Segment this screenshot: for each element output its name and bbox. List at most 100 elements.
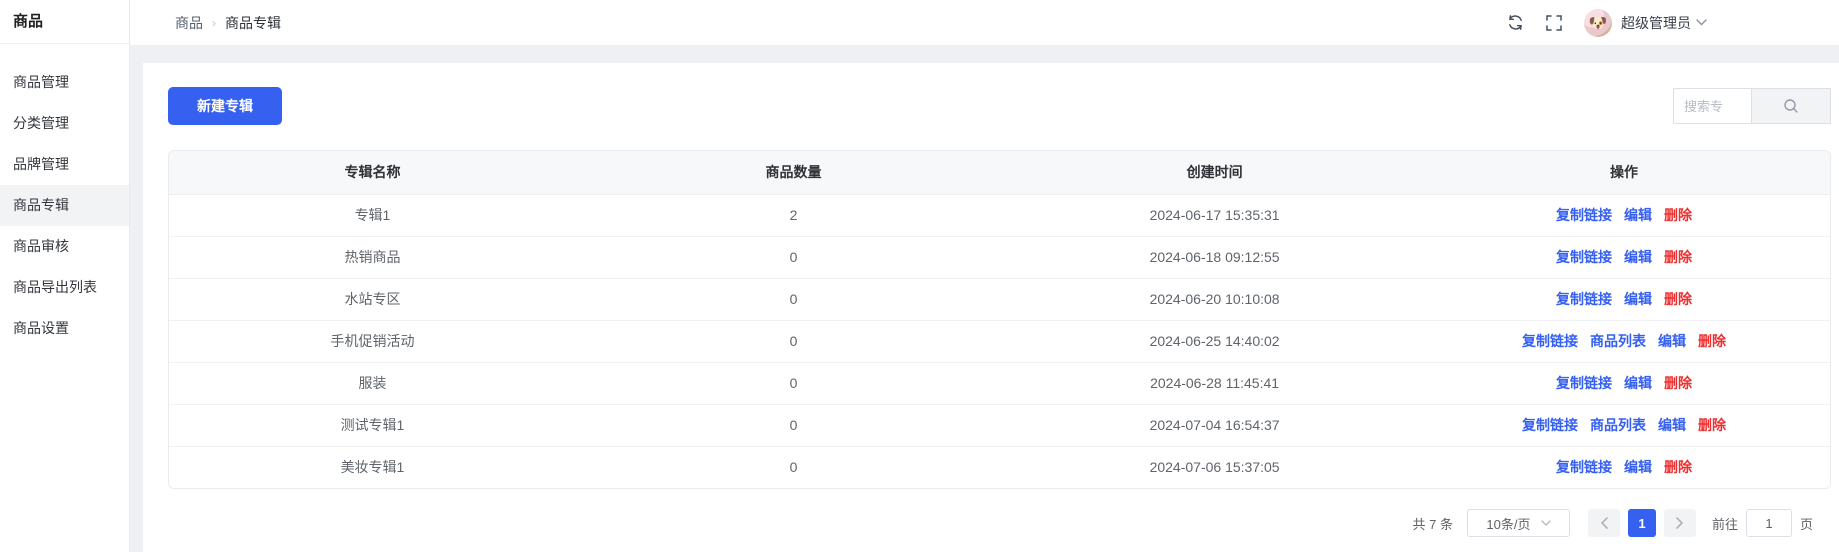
prev-page-button[interactable] <box>1588 509 1620 537</box>
toolbar: 新建专辑 <box>168 87 1831 125</box>
chevron-left-icon <box>1600 517 1608 529</box>
breadcrumb-current: 商品专辑 <box>225 13 281 33</box>
product-count-cell: 0 <box>576 362 1011 404</box>
product-count-cell: 0 <box>576 278 1011 320</box>
sidebar-item-1[interactable]: 分类管理 <box>0 103 129 144</box>
product-list-action[interactable]: 商品列表 <box>1590 417 1646 433</box>
album-name-cell: 专辑1 <box>169 194 576 236</box>
sidebar-item-2[interactable]: 品牌管理 <box>0 144 129 185</box>
product-count-cell: 0 <box>576 446 1011 488</box>
copy-link-action[interactable]: 复制链接 <box>1522 333 1578 349</box>
actions-cell: 复制链接编辑删除 <box>1418 278 1830 320</box>
fullscreen-icon[interactable] <box>1546 15 1562 31</box>
delete-action[interactable]: 删除 <box>1664 375 1692 391</box>
table-header-row: 专辑名称 商品数量 创建时间 操作 <box>169 151 1830 194</box>
delete-action[interactable]: 删除 <box>1664 207 1692 223</box>
sidebar: 商品 商品管理分类管理品牌管理商品专辑商品审核商品导出列表商品设置 <box>0 0 130 552</box>
avatar-emoji: 🐶 <box>1589 14 1608 32</box>
created-time-cell: 2024-06-28 11:45:41 <box>1011 362 1418 404</box>
search-icon <box>1783 98 1799 114</box>
actions-cell: 复制链接商品列表编辑删除 <box>1418 404 1830 446</box>
edit-action[interactable]: 编辑 <box>1624 249 1652 265</box>
copy-link-action[interactable]: 复制链接 <box>1556 291 1612 307</box>
sidebar-title: 商品 <box>0 0 129 44</box>
topbar: 商品 › 商品专辑 🐶 超级管理员 <box>130 0 1839 45</box>
column-header-product-count: 商品数量 <box>576 151 1011 194</box>
page-size-select[interactable]: 10条/页 <box>1467 509 1570 537</box>
table-row: 测试专辑102024-07-04 16:54:37复制链接商品列表编辑删除 <box>169 404 1830 446</box>
sidebar-item-0[interactable]: 商品管理 <box>0 62 129 103</box>
album-name-cell: 手机促销活动 <box>169 320 576 362</box>
sidebar-item-3[interactable]: 商品专辑 <box>0 185 129 226</box>
next-page-button[interactable] <box>1664 509 1696 537</box>
delete-action[interactable]: 删除 <box>1698 333 1726 349</box>
edit-action[interactable]: 编辑 <box>1658 417 1686 433</box>
user-menu[interactable]: 超级管理员 <box>1621 13 1707 33</box>
delete-action[interactable]: 删除 <box>1664 249 1692 265</box>
table-row: 热销商品02024-06-18 09:12:55 复制链接编辑删除 <box>169 236 1830 278</box>
chevron-down-icon <box>1541 520 1551 526</box>
copy-link-action[interactable]: 复制链接 <box>1556 375 1612 391</box>
total-count: 共 7 条 <box>1413 514 1453 533</box>
edit-action[interactable]: 编辑 <box>1658 333 1686 349</box>
delete-action[interactable]: 删除 <box>1664 459 1692 475</box>
copy-link-action[interactable]: 复制链接 <box>1556 459 1612 475</box>
album-table: 专辑名称 商品数量 创建时间 操作 专辑122024-06-17 15:35:3… <box>169 151 1830 488</box>
copy-link-action[interactable]: 复制链接 <box>1522 417 1578 433</box>
edit-action[interactable]: 编辑 <box>1624 291 1652 307</box>
delete-action[interactable]: 删除 <box>1664 291 1692 307</box>
edit-action[interactable]: 编辑 <box>1624 375 1652 391</box>
table-row: 美妆专辑102024-07-06 15:37:05 复制链接编辑删除 <box>169 446 1830 488</box>
product-count-cell: 0 <box>576 236 1011 278</box>
goto-suffix: 页 <box>1800 514 1813 533</box>
goto-page-input[interactable] <box>1746 509 1792 537</box>
goto-label: 前往 <box>1712 514 1738 533</box>
table-row: 专辑122024-06-17 15:35:31复制链接编辑删除 <box>169 194 1830 236</box>
album-name-cell: 美妆专辑1 <box>169 446 576 488</box>
created-time-cell: 2024-06-17 15:35:31 <box>1011 194 1418 236</box>
actions-cell: 复制链接商品列表编辑删除 <box>1418 320 1830 362</box>
column-header-actions: 操作 <box>1418 151 1830 194</box>
edit-action[interactable]: 编辑 <box>1624 207 1652 223</box>
product-count-cell: 0 <box>576 404 1011 446</box>
created-time-cell: 2024-06-20 10:10:08 <box>1011 278 1418 320</box>
album-name-cell: 热销商品 <box>169 236 576 278</box>
create-album-button[interactable]: 新建专辑 <box>168 87 282 125</box>
actions-cell: 复制链接编辑删除 <box>1418 194 1830 236</box>
column-header-album-name: 专辑名称 <box>169 151 576 194</box>
sidebar-item-4[interactable]: 商品审核 <box>0 226 129 267</box>
product-list-action[interactable]: 商品列表 <box>1590 333 1646 349</box>
refresh-icon[interactable] <box>1507 14 1524 31</box>
created-time-cell: 2024-06-18 09:12:55 <box>1011 236 1418 278</box>
column-header-created-time: 创建时间 <box>1011 151 1418 194</box>
sidebar-item-5[interactable]: 商品导出列表 <box>0 267 129 308</box>
sidebar-item-6[interactable]: 商品设置 <box>0 308 129 349</box>
breadcrumb-root[interactable]: 商品 <box>175 13 203 33</box>
product-count-cell: 0 <box>576 320 1011 362</box>
album-name-cell: 测试专辑1 <box>169 404 576 446</box>
main-area: 商品 › 商品专辑 🐶 超级管理员 <box>130 0 1839 552</box>
delete-action[interactable]: 删除 <box>1698 417 1726 433</box>
user-name: 超级管理员 <box>1621 13 1691 33</box>
table-row: 手机促销活动02024-06-25 14:40:02复制链接商品列表编辑删除 <box>169 320 1830 362</box>
page-button-1[interactable]: 1 <box>1628 509 1656 537</box>
search-box <box>1673 88 1831 124</box>
search-button[interactable] <box>1751 88 1831 124</box>
table-row: 水站专区02024-06-20 10:10:08复制链接编辑删除 <box>169 278 1830 320</box>
avatar[interactable]: 🐶 <box>1584 9 1612 37</box>
created-time-cell: 2024-07-06 15:37:05 <box>1011 446 1418 488</box>
product-count-cell: 2 <box>576 194 1011 236</box>
created-time-cell: 2024-07-04 16:54:37 <box>1011 404 1418 446</box>
app-screen: 商品 商品管理分类管理品牌管理商品专辑商品审核商品导出列表商品设置 商品 › 商… <box>0 0 1839 552</box>
search-input[interactable] <box>1673 88 1751 124</box>
sidebar-menu: 商品管理分类管理品牌管理商品专辑商品审核商品导出列表商品设置 <box>0 44 129 349</box>
album-table-card: 专辑名称 商品数量 创建时间 操作 专辑122024-06-17 15:35:3… <box>168 150 1831 489</box>
breadcrumb: 商品 › 商品专辑 <box>175 13 281 33</box>
topbar-actions: 🐶 超级管理员 <box>1485 9 1707 37</box>
pagination: 共 7 条 10条/页 1 前往 <box>168 509 1831 537</box>
copy-link-action[interactable]: 复制链接 <box>1556 207 1612 223</box>
chevron-right-icon <box>1676 517 1684 529</box>
breadcrumb-separator-icon: › <box>212 16 216 30</box>
edit-action[interactable]: 编辑 <box>1624 459 1652 475</box>
copy-link-action[interactable]: 复制链接 <box>1556 249 1612 265</box>
